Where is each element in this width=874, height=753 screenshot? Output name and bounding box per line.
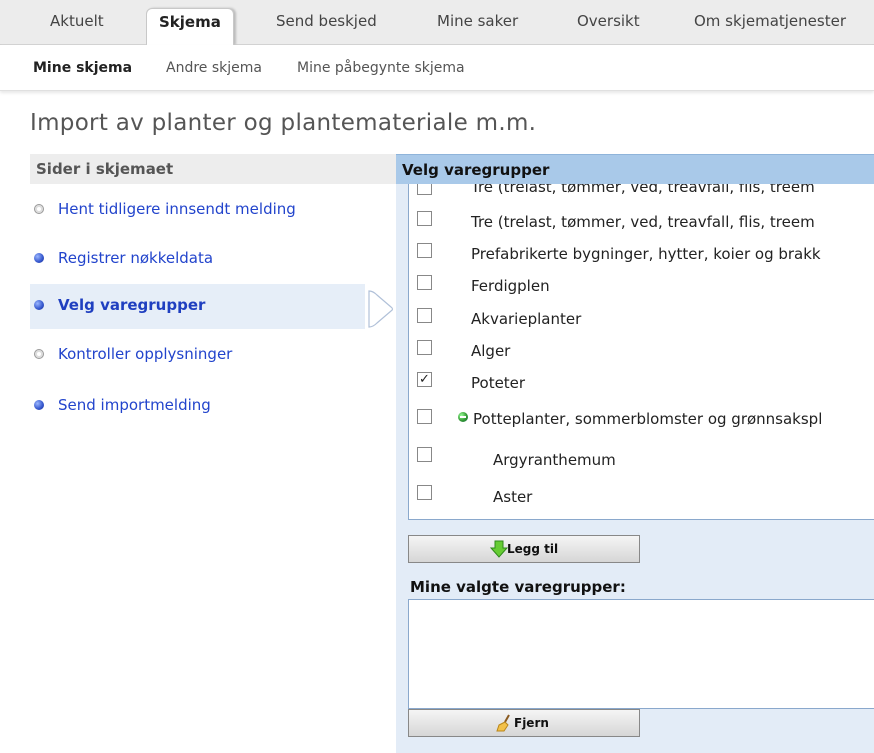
item-checkbox[interactable] <box>417 211 432 226</box>
tab-aktuelt[interactable]: Aktuelt <box>50 8 104 44</box>
status-grey-icon <box>34 204 44 214</box>
status-blue-icon <box>34 253 44 263</box>
item-checkbox[interactable] <box>417 243 432 258</box>
current-page-arrow-icon <box>368 290 394 328</box>
subnav-mine-pabegynte-skjema[interactable]: Mine påbegynte skjema <box>297 60 465 76</box>
remove-button-label: Fjern <box>514 716 549 730</box>
tab-om-skjematjenester[interactable]: Om skjematjenester <box>694 8 846 44</box>
selected-groups-list[interactable] <box>408 599 874 709</box>
list-item[interactable]: Potteplanter, sommerblomster og grønnsak… <box>409 401 874 433</box>
tab-skjema[interactable]: Skjema <box>146 8 234 45</box>
item-checkbox[interactable] <box>417 485 432 500</box>
sidebar-item-label[interactable]: Kontroller opplysninger <box>58 345 232 363</box>
sidebar-item-label[interactable]: Hent tidligere innsendt melding <box>58 200 296 218</box>
status-grey-icon <box>34 349 44 359</box>
broom-icon <box>496 714 510 732</box>
sub-nav: Mine skjema Andre skjema Mine påbegynte … <box>0 45 874 91</box>
item-checkbox[interactable] <box>417 447 432 462</box>
list-item-label: Argyranthemum <box>493 451 616 469</box>
item-checkbox-checked[interactable]: ✓ <box>417 372 432 387</box>
main-heading: Velg varegrupper <box>396 154 874 185</box>
status-blue-icon <box>34 400 44 410</box>
page-title: Import av planter og plantemateriale m.m… <box>30 110 537 136</box>
item-checkbox[interactable] <box>417 340 432 355</box>
item-checkbox[interactable] <box>417 409 432 424</box>
subnav-andre-skjema[interactable]: Andre skjema <box>166 60 262 76</box>
list-item[interactable]: ✓ Poteter <box>409 369 874 401</box>
list-item-label: Aster <box>493 488 533 506</box>
list-item-label: Potteplanter, sommerblomster og grønnsak… <box>473 410 823 428</box>
list-item[interactable]: Alger <box>409 337 874 369</box>
list-item[interactable]: Ferdigplen <box>409 272 874 304</box>
list-item[interactable]: Akvarieplanter <box>409 305 874 337</box>
item-checkbox[interactable] <box>417 184 432 195</box>
selected-groups-label: Mine valgte varegrupper: <box>410 578 626 596</box>
sidebar-item-label[interactable]: Registrer nøkkeldata <box>58 249 213 267</box>
sidebar-item-velg-varegrupper[interactable]: Velg varegrupper <box>30 284 365 329</box>
status-blue-icon <box>34 300 44 310</box>
list-item-label: Alger <box>471 342 511 360</box>
subnav-mine-skjema[interactable]: Mine skjema <box>33 60 132 76</box>
collapse-minus-icon[interactable] <box>458 412 468 422</box>
sidebar-heading: Sider i skjemaet <box>30 154 396 184</box>
list-item-label: Akvarieplanter <box>471 310 582 328</box>
sidebar-item-hent-tidligere[interactable]: Hent tidligere innsendt melding <box>30 188 365 233</box>
tab-send-beskjed[interactable]: Send beskjed <box>276 8 377 44</box>
top-tab-bar: Aktuelt Skjema Send beskjed Mine saker O… <box>0 0 874 45</box>
tab-oversikt[interactable]: Oversikt <box>577 8 640 44</box>
list-item[interactable]: Aster <box>409 481 874 513</box>
list-item-label: Tre (trelast, tømmer, ved, treavfall, fl… <box>471 184 815 196</box>
add-button[interactable]: Legg til <box>408 535 640 563</box>
sidebar-item-send-importmelding[interactable]: Send importmelding <box>30 384 365 429</box>
list-item[interactable]: Tre (trelast, tømmer, ved, treavfall, fl… <box>409 184 874 204</box>
sidebar-item-label[interactable]: Send importmelding <box>58 396 211 414</box>
item-checkbox[interactable] <box>417 308 432 323</box>
remove-button[interactable]: Fjern <box>408 709 640 737</box>
list-item[interactable]: Tre (trelast, tømmer, ved, treavfall, fl… <box>409 208 874 240</box>
list-item-label: Poteter <box>471 374 526 392</box>
varegruppe-list[interactable]: Tre (trelast, tømmer, ved, treavfall, fl… <box>408 184 874 520</box>
list-item-label: Prefabrikerte bygninger, hytter, koier o… <box>471 245 821 263</box>
list-item[interactable]: Argyranthemum <box>409 442 874 474</box>
tab-mine-saker[interactable]: Mine saker <box>437 8 518 44</box>
sidebar-item-registrer-nokkeldata[interactable]: Registrer nøkkeldata <box>30 237 365 282</box>
sidebar-item-label[interactable]: Velg varegrupper <box>58 296 205 314</box>
sidebar-heading-text: Sider i skjemaet <box>36 160 174 178</box>
list-item[interactable]: Prefabrikerte bygninger, hytter, koier o… <box>409 240 874 272</box>
sidebar-item-kontroller-opplysninger[interactable]: Kontroller opplysninger <box>30 333 365 378</box>
add-button-label: Legg til <box>507 542 559 556</box>
main-heading-text: Velg varegrupper <box>402 161 550 179</box>
list-item-label: Tre (trelast, tømmer, ved, treavfall, fl… <box>471 213 815 231</box>
list-item-label: Ferdigplen <box>471 277 550 295</box>
green-arrow-down-icon <box>489 540 509 558</box>
item-checkbox[interactable] <box>417 275 432 290</box>
